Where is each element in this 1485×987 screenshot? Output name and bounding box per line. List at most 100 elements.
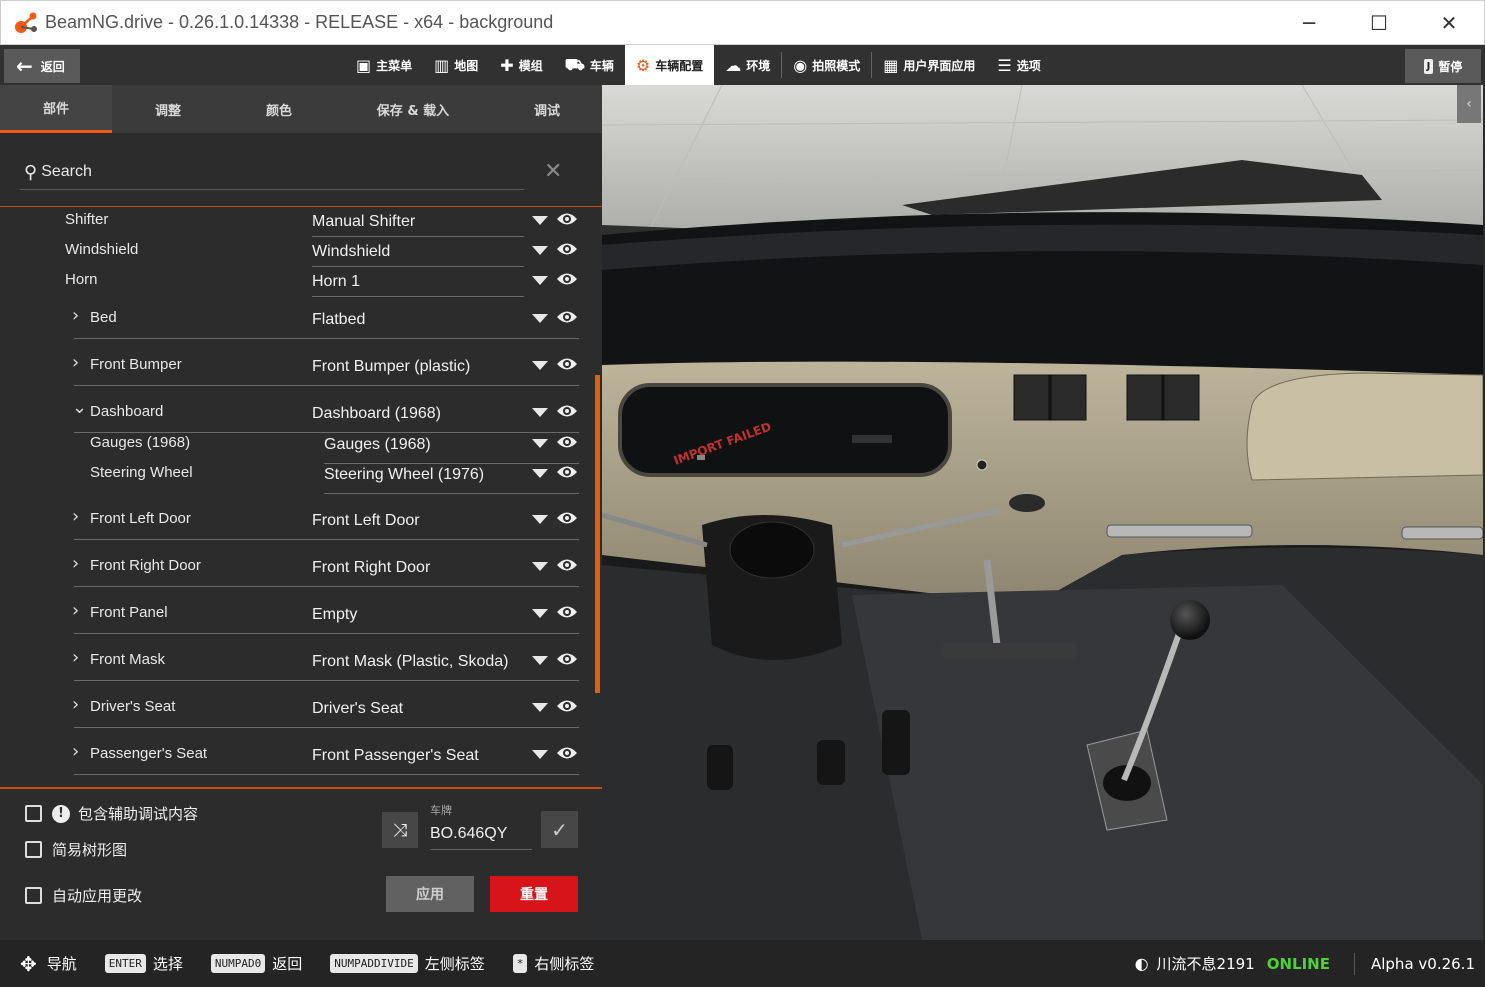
eye-icon[interactable]	[556, 241, 578, 257]
part-select-value[interactable]: Front Mask (Plastic, Skoda)	[312, 653, 509, 671]
part-row[interactable]: Steering Wheel Steering Wheel (1976)	[0, 460, 580, 494]
chevron-right-icon[interactable]: ›	[72, 600, 79, 621]
back-button[interactable]: ← 返回	[4, 49, 80, 83]
part-select-value[interactable]: Horn 1	[312, 273, 360, 291]
chevron-right-icon[interactable]: ›	[72, 694, 79, 715]
chevron-right-icon[interactable]: ›	[72, 553, 79, 574]
minimize-button[interactable]: ─	[1274, 1, 1344, 45]
dropdown-arrow-icon[interactable]	[532, 408, 548, 417]
eye-icon[interactable]	[556, 651, 578, 667]
menu-item-ui-apps[interactable]: ▦ 用户界面应用	[872, 45, 986, 85]
menu-item-options[interactable]: ☰ 选项	[986, 45, 1051, 85]
dropdown-arrow-icon[interactable]	[532, 562, 548, 571]
part-row[interactable]: › Driver's Seat Driver's Seat	[0, 694, 580, 728]
part-row[interactable]: › Front Mask Front Mask (Plastic, Skoda)	[0, 647, 580, 681]
part-row[interactable]: › Front Panel Empty	[0, 600, 580, 634]
eye-icon[interactable]	[556, 698, 578, 714]
dropdown-arrow-icon[interactable]	[532, 515, 548, 524]
chevron-right-icon[interactable]: ›	[72, 741, 79, 762]
part-select-value[interactable]: Dashboard (1968)	[312, 405, 441, 423]
menu-item-photo-mode[interactable]: ◉ 拍照模式	[782, 45, 871, 85]
part-row[interactable]: Windshield Windshield	[0, 237, 580, 267]
scrollbar[interactable]	[595, 375, 600, 693]
chevron-down-icon[interactable]: ⌄	[72, 397, 87, 418]
dropdown-arrow-icon[interactable]	[532, 703, 548, 712]
pause-button[interactable]: J 暂停	[1405, 49, 1481, 83]
part-select-value[interactable]: Windshield	[312, 243, 390, 261]
tab-tuning[interactable]: 调整	[112, 85, 224, 133]
menu-item-map[interactable]: ▥ 地图	[423, 45, 489, 85]
maximize-button[interactable]: ☐	[1344, 1, 1414, 45]
dropdown-arrow-icon[interactable]	[532, 216, 548, 225]
include-aux-option[interactable]: ! 包含辅助调试内容	[25, 803, 198, 824]
dropdown-arrow-icon[interactable]	[532, 361, 548, 370]
vehicle-viewport[interactable]: IMPORT FAILED ‹	[602, 85, 1483, 940]
part-select-value[interactable]: Driver's Seat	[312, 700, 403, 718]
chevron-right-icon[interactable]: ›	[72, 352, 79, 373]
eye-icon[interactable]	[556, 356, 578, 372]
dropdown-arrow-icon[interactable]	[532, 314, 548, 323]
tab-parts[interactable]: 部件	[0, 85, 112, 133]
clear-search-icon[interactable]: ✕	[544, 159, 562, 184]
auto-apply-option[interactable]: 自动应用更改	[25, 885, 142, 906]
eye-icon[interactable]	[556, 604, 578, 620]
eye-icon[interactable]	[556, 309, 578, 325]
part-select-value[interactable]: Front Right Door	[312, 559, 430, 577]
part-select-value[interactable]: Front Bumper (plastic)	[312, 358, 470, 376]
chevron-right-icon[interactable]: ›	[72, 647, 79, 668]
shuffle-plate-button[interactable]: ⤨	[382, 812, 418, 848]
part-row[interactable]: › Front Left Door Front Left Door	[0, 506, 580, 540]
dropdown-arrow-icon[interactable]	[532, 246, 548, 255]
part-row[interactable]: › Bed Flatbed	[0, 305, 580, 339]
reset-button[interactable]: 重置	[490, 876, 578, 912]
eye-icon[interactable]	[556, 403, 578, 419]
part-row[interactable]: Shifter Manual Shifter	[0, 207, 580, 237]
menu-item-environment[interactable]: ☁ 环境	[714, 45, 781, 85]
tab-paint[interactable]: 颜色	[224, 85, 334, 133]
dropdown-arrow-icon[interactable]	[532, 750, 548, 759]
collapse-side-panel-button[interactable]: ‹	[1457, 85, 1481, 123]
part-row[interactable]: › Front Right Door Front Right Door	[0, 553, 580, 587]
auto-apply-checkbox[interactable]	[25, 887, 42, 904]
tab-debug[interactable]: 调试	[492, 85, 602, 133]
menu-item-mods[interactable]: ✚ 模组	[489, 45, 553, 85]
eye-icon[interactable]	[556, 745, 578, 761]
eye-icon[interactable]	[556, 434, 578, 450]
plate-input[interactable]: BO.646QY	[430, 820, 532, 850]
eye-icon[interactable]	[556, 271, 578, 287]
dropdown-arrow-icon[interactable]	[532, 656, 548, 665]
part-select-value[interactable]: Empty	[312, 606, 357, 624]
part-row[interactable]: › Front Bumper Front Bumper (plastic)	[0, 352, 580, 386]
part-row[interactable]: Gauges (1968) Gauges (1968)	[0, 430, 580, 464]
part-select-value[interactable]: Steering Wheel (1976)	[324, 466, 484, 484]
part-select-value[interactable]: Manual Shifter	[312, 213, 415, 231]
part-row[interactable]: › Passenger's Seat Front Passenger's Seat	[0, 741, 580, 775]
part-row[interactable]: Horn Horn 1	[0, 267, 580, 297]
simple-tree-checkbox[interactable]	[25, 841, 42, 858]
eye-icon[interactable]	[556, 510, 578, 526]
include-aux-checkbox[interactable]	[25, 805, 42, 822]
dropdown-arrow-icon[interactable]	[532, 276, 548, 285]
tab-save-load[interactable]: 保存 & 载入	[334, 85, 492, 133]
part-select-value[interactable]: Front Passenger's Seat	[312, 747, 479, 765]
simple-tree-option[interactable]: 简易树形图	[25, 839, 127, 860]
menu-item-vehicle-config[interactable]: ⚙ 车辆配置	[624, 45, 715, 85]
dropdown-arrow-icon[interactable]	[532, 469, 548, 478]
menu-item-vehicles[interactable]: ⛟ 车辆	[554, 45, 625, 85]
eye-icon[interactable]	[556, 211, 578, 227]
menu-item-main-menu[interactable]: ▣ 主菜单	[345, 45, 423, 85]
chevron-right-icon[interactable]: ›	[72, 305, 79, 326]
eye-icon[interactable]	[556, 464, 578, 480]
confirm-plate-button[interactable]: ✓	[541, 811, 578, 848]
eye-icon[interactable]	[556, 557, 578, 573]
chevron-right-icon[interactable]: ›	[72, 506, 79, 527]
part-select-value[interactable]: Gauges (1968)	[324, 436, 431, 454]
apply-button[interactable]: 应用	[386, 876, 474, 912]
dropdown-arrow-icon[interactable]	[532, 609, 548, 618]
close-button[interactable]: ✕	[1414, 1, 1484, 45]
search-input[interactable]: ⚲ Search	[20, 155, 524, 190]
part-select-value[interactable]: Front Left Door	[312, 512, 420, 530]
part-row[interactable]: ⌄ Dashboard Dashboard (1968)	[0, 397, 580, 433]
part-select-value[interactable]: Flatbed	[312, 311, 365, 329]
dropdown-arrow-icon[interactable]	[532, 439, 548, 448]
